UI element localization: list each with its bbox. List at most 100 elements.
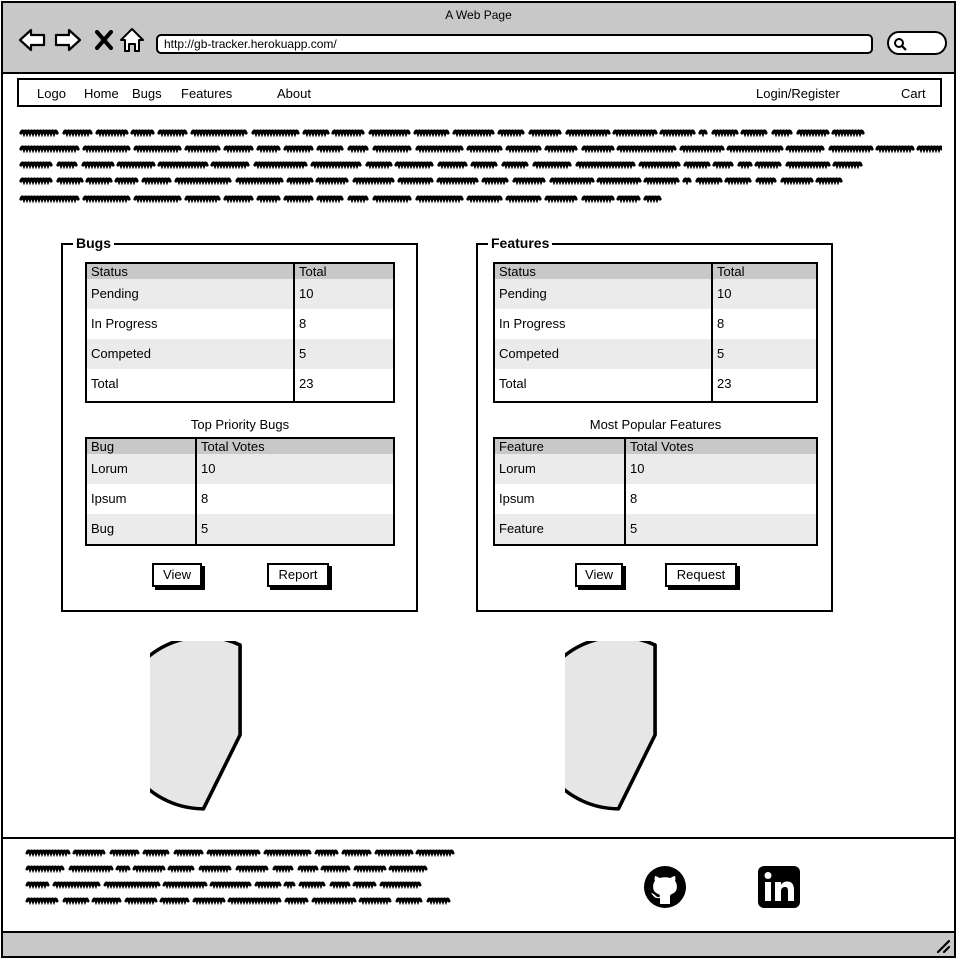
table-header-row: Status Total bbox=[87, 264, 393, 279]
table-header-cell: Status bbox=[91, 264, 128, 279]
column-divider bbox=[293, 264, 295, 401]
features-votes-table: Feature Total Votes Lorum 10 Ipsum 8 Fea… bbox=[493, 437, 818, 546]
table-cell: Bug bbox=[91, 521, 115, 536]
nav-bugs[interactable]: Bugs bbox=[132, 86, 162, 102]
features-pie-chart bbox=[565, 641, 657, 811]
table-cell: Feature bbox=[499, 521, 544, 536]
table-cell: Competed bbox=[499, 346, 559, 361]
nav-logo[interactable]: Logo bbox=[37, 86, 66, 102]
table-header-row: Status Total bbox=[495, 264, 816, 279]
column-divider bbox=[195, 439, 197, 544]
table-cell: 8 bbox=[630, 491, 638, 506]
nav-home[interactable]: Home bbox=[84, 86, 119, 102]
url-input[interactable]: http://gb-tracker.herokuapp.com/ bbox=[156, 34, 873, 54]
table-header-row: Bug Total Votes bbox=[87, 439, 393, 454]
home-icon[interactable] bbox=[117, 25, 147, 55]
back-arrow-icon[interactable] bbox=[17, 25, 47, 55]
nav-features[interactable]: Features bbox=[181, 86, 232, 102]
table-row: Lorum 10 bbox=[495, 454, 816, 484]
nav-login-register[interactable]: Login/Register bbox=[756, 86, 840, 102]
table-cell: Ipsum bbox=[91, 491, 127, 506]
column-divider bbox=[711, 264, 713, 401]
features-panel: Features Status Total Pending 10 In Prog… bbox=[476, 234, 833, 612]
table-cell: 10 bbox=[630, 461, 645, 476]
table-row: Ipsum 8 bbox=[87, 484, 393, 514]
features-panel-title: Features bbox=[488, 234, 553, 252]
features-votes-caption: Most Popular Features bbox=[589, 417, 722, 432]
footer-placeholder-text bbox=[25, 849, 455, 906]
table-row: Pending 10 bbox=[87, 279, 393, 309]
bugs-report-button[interactable]: Report bbox=[267, 563, 329, 587]
site-footer bbox=[3, 837, 954, 933]
table-cell: 23 bbox=[299, 376, 314, 391]
table-row: Lorum 10 bbox=[87, 454, 393, 484]
table-header-cell: Total Votes bbox=[630, 439, 694, 454]
table-header-cell: Total bbox=[299, 264, 327, 279]
close-x-icon[interactable] bbox=[89, 25, 119, 55]
nav-about[interactable]: About bbox=[277, 86, 311, 102]
table-cell: 10 bbox=[717, 286, 732, 301]
table-row: Competed 5 bbox=[495, 339, 816, 369]
table-header-cell: Status bbox=[499, 264, 536, 279]
site-navbar: Logo Home Bugs Features About Login/Regi… bbox=[17, 78, 942, 107]
bugs-panel: Bugs Status Total Pending 10 In Progress… bbox=[61, 234, 418, 612]
table-header-cell: Feature bbox=[499, 439, 544, 454]
resize-grip-icon[interactable] bbox=[934, 937, 950, 953]
table-row: Bug 5 bbox=[87, 514, 393, 544]
table-cell: 5 bbox=[717, 346, 725, 361]
table-row: Total 23 bbox=[87, 369, 393, 399]
table-header-cell: Bug bbox=[91, 439, 115, 454]
table-cell: Ipsum bbox=[499, 491, 535, 506]
table-cell: 10 bbox=[201, 461, 216, 476]
table-cell: 8 bbox=[717, 316, 725, 331]
nav-cart[interactable]: Cart bbox=[901, 86, 926, 102]
table-header-cell: Total Votes bbox=[201, 439, 265, 454]
search-box[interactable] bbox=[887, 31, 947, 55]
table-cell: 8 bbox=[201, 491, 209, 506]
table-row: Competed 5 bbox=[87, 339, 393, 369]
search-icon bbox=[894, 38, 907, 51]
table-cell: Lorum bbox=[91, 461, 128, 476]
table-cell: Lorum bbox=[499, 461, 536, 476]
features-request-button[interactable]: Request bbox=[665, 563, 737, 587]
github-icon[interactable] bbox=[643, 865, 687, 909]
bugs-votes-caption: Top Priority Bugs bbox=[190, 417, 290, 432]
linkedin-icon[interactable] bbox=[757, 865, 801, 909]
pie-slice bbox=[150, 641, 242, 811]
table-cell: 8 bbox=[299, 316, 307, 331]
table-row: In Progress 8 bbox=[495, 309, 816, 339]
table-cell: Pending bbox=[91, 286, 139, 301]
table-cell: Total bbox=[91, 376, 119, 391]
table-header-row: Feature Total Votes bbox=[495, 439, 816, 454]
table-cell: Total bbox=[499, 376, 527, 391]
browser-toolbar: A Web Page http://gb-tracker.herokuapp.c… bbox=[3, 3, 954, 74]
pie-slice bbox=[565, 641, 657, 811]
features-view-button[interactable]: View bbox=[575, 563, 623, 587]
bugs-pie-chart bbox=[150, 641, 242, 811]
table-row: Feature 5 bbox=[495, 514, 816, 544]
table-cell: Pending bbox=[499, 286, 547, 301]
table-row: Total 23 bbox=[495, 369, 816, 399]
table-cell: 5 bbox=[201, 521, 209, 536]
bugs-votes-table: Bug Total Votes Lorum 10 Ipsum 8 Bug 5 bbox=[85, 437, 395, 546]
features-status-table: Status Total Pending 10 In Progress 8 Co… bbox=[493, 262, 818, 403]
browser-window: A Web Page http://gb-tracker.herokuapp.c… bbox=[1, 1, 956, 958]
bugs-panel-title: Bugs bbox=[73, 234, 114, 252]
table-cell: 5 bbox=[299, 346, 307, 361]
bugs-status-table: Status Total Pending 10 In Progress 8 Co… bbox=[85, 262, 395, 403]
table-cell: In Progress bbox=[499, 316, 566, 331]
table-cell: 23 bbox=[717, 376, 732, 391]
table-row: In Progress 8 bbox=[87, 309, 393, 339]
table-cell: Competed bbox=[91, 346, 151, 361]
table-cell: In Progress bbox=[91, 316, 158, 331]
intro-placeholder-text bbox=[19, 129, 942, 204]
table-row: Ipsum 8 bbox=[495, 484, 816, 514]
table-row: Pending 10 bbox=[495, 279, 816, 309]
browser-statusbar bbox=[3, 933, 954, 956]
forward-arrow-icon[interactable] bbox=[53, 25, 83, 55]
bugs-view-button[interactable]: View bbox=[152, 563, 202, 587]
column-divider bbox=[624, 439, 626, 544]
window-title: A Web Page bbox=[445, 8, 512, 22]
table-cell: 10 bbox=[299, 286, 314, 301]
table-cell: 5 bbox=[630, 521, 638, 536]
